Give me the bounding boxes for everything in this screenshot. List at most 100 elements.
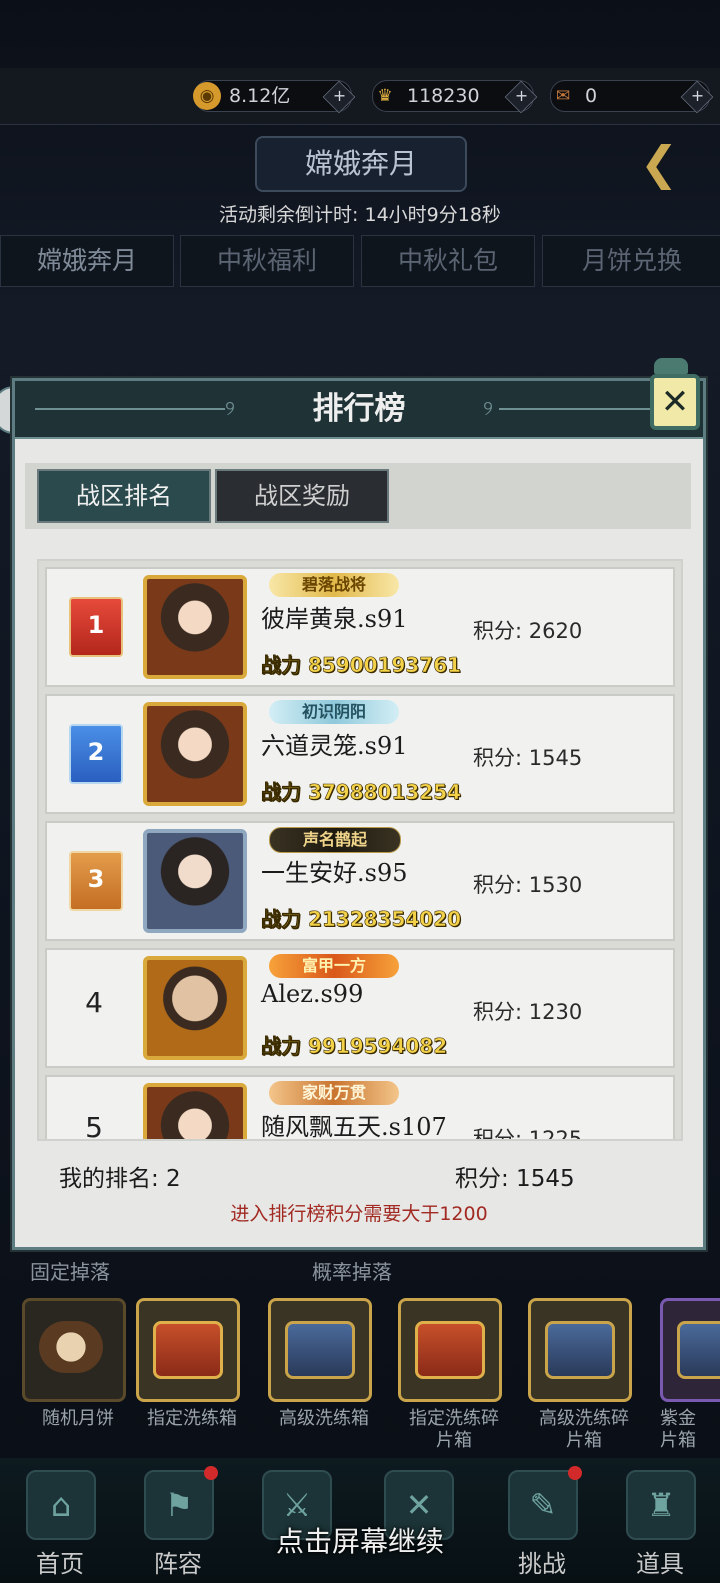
tab-zone-ranking[interactable]: 战区排名 bbox=[37, 469, 211, 523]
player-name: 一生安好.s95 bbox=[261, 859, 408, 887]
tab-mooncake-exchange[interactable]: 月饼兑换 bbox=[542, 235, 720, 287]
player-power: 战力 85900193761 bbox=[261, 653, 462, 678]
player-power: 战力 21328354020 bbox=[261, 907, 462, 932]
add-coin-button[interactable]: + bbox=[322, 80, 356, 114]
coin-resource: ◉ 8.12亿 + bbox=[193, 80, 356, 114]
player-score: 积分: 1230 bbox=[473, 1000, 583, 1024]
player-power: 战力 9919594082 bbox=[261, 1034, 448, 1059]
chance-drop-label: 概率掉落 bbox=[312, 1260, 392, 1284]
back-button[interactable]: ❮ bbox=[622, 128, 696, 198]
tab-change-e-ben-yue[interactable]: 嫦娥奔月 bbox=[0, 235, 174, 287]
mooncake-icon bbox=[39, 1321, 103, 1373]
scroll-icon: ✉ bbox=[555, 86, 571, 106]
player-power: 战力 37988013254 bbox=[261, 780, 462, 805]
scroll-resource: ✉ 0 + bbox=[550, 80, 714, 114]
event-countdown: 活动剩余倒计时: 14小时9分18秒 bbox=[219, 204, 501, 226]
coin-icon: ◉ bbox=[193, 82, 221, 110]
title-badge: 碧落战将 bbox=[269, 573, 399, 597]
player-score: 积分: 1545 bbox=[473, 746, 583, 770]
player-avatar bbox=[143, 1083, 247, 1139]
player-score: 积分: 1530 bbox=[473, 873, 583, 897]
ranking-row[interactable]: 4 富甲一方 Alez.s99 战力 9919594082 积分: 1230 bbox=[45, 948, 675, 1068]
chest-icon bbox=[545, 1321, 615, 1379]
title-badge: 初识阴阳 bbox=[269, 700, 399, 724]
item-name: 指定洗练碎 片箱 bbox=[409, 1408, 499, 1451]
ranking-row[interactable]: 5 家财万贯 随风飘五天.s107 积分: 1225 bbox=[45, 1075, 675, 1141]
ranking-row[interactable]: 2 初识阴阳 六道灵笼.s91 战力 37988013254 积分: 1545 bbox=[45, 694, 675, 814]
plus-icon: + bbox=[690, 87, 705, 106]
tab-mid-autumn-gift[interactable]: 中秋礼包 bbox=[361, 235, 535, 287]
lantern-cap bbox=[654, 358, 688, 374]
tab-mid-autumn-welfare[interactable]: 中秋福利 bbox=[180, 235, 354, 287]
player-name: Alez.s99 bbox=[261, 980, 364, 1008]
player-name: 彼岸黄泉.s91 bbox=[261, 605, 408, 633]
item-slot bbox=[660, 1298, 720, 1402]
entry-requirement-note: 进入排行榜积分需要大于1200 bbox=[230, 1203, 488, 1225]
drop-item[interactable]: 随机月饼 bbox=[22, 1298, 134, 1430]
scroll-value: 0 bbox=[585, 85, 598, 107]
leaderboard-panel: ୨ 排行榜 ୨ 战区排名 战区奖励 1 碧落战将 彼岸黄泉.s91 战力 859… bbox=[12, 378, 706, 1250]
item-name: 指定洗练箱 bbox=[147, 1408, 237, 1429]
notification-dot bbox=[568, 1466, 582, 1480]
item-name: 紫金 片箱 bbox=[660, 1408, 696, 1451]
ingot-icon: ♛ bbox=[377, 86, 393, 106]
ingot-value: 118230 bbox=[407, 85, 480, 107]
my-rank: 我的排名: 2 bbox=[59, 1166, 181, 1192]
ranking-row[interactable]: 3 声名鹊起 一生安好.s95 战力 21328354020 积分: 1530 bbox=[45, 821, 675, 941]
item-name: 高级洗练碎 片箱 bbox=[539, 1408, 629, 1451]
back-arrow-icon: ❮ bbox=[639, 136, 679, 190]
add-ingot-button[interactable]: + bbox=[504, 80, 538, 114]
player-score: 积分: 2620 bbox=[473, 619, 583, 643]
panel-header: ୨ 排行榜 ୨ bbox=[15, 381, 703, 439]
rank-number: 5 bbox=[85, 1111, 103, 1141]
chest-icon bbox=[677, 1321, 720, 1379]
event-tabs: 嫦娥奔月 中秋福利 中秋礼包 月饼兑换 bbox=[0, 235, 720, 287]
player-name: 随风飘五天.s107 bbox=[261, 1113, 447, 1141]
ranking-list[interactable]: 1 碧落战将 彼岸黄泉.s91 战力 85900193761 积分: 2620 … bbox=[37, 559, 683, 1141]
ingot-resource: ♛ 118230 + bbox=[372, 80, 538, 114]
title-badge: 声名鹊起 bbox=[269, 827, 401, 853]
resource-bar: ◉ 8.12亿 + ♛ 118230 + ✉ 0 + bbox=[0, 68, 720, 125]
chest-icon bbox=[153, 1321, 223, 1379]
drop-item[interactable]: 高级洗练碎 片箱 bbox=[528, 1298, 640, 1452]
close-icon: ✕ bbox=[650, 374, 700, 430]
item-slot bbox=[22, 1298, 126, 1402]
close-button[interactable]: ✕ bbox=[642, 352, 702, 442]
chest-icon bbox=[285, 1321, 355, 1379]
fixed-drop-label: 固定掉落 bbox=[30, 1260, 110, 1284]
tab-zone-rewards[interactable]: 战区奖励 bbox=[215, 469, 389, 523]
player-name: 六道灵笼.s91 bbox=[261, 732, 408, 760]
item-slot bbox=[528, 1298, 632, 1402]
notification-dot bbox=[204, 1466, 218, 1480]
drop-item[interactable]: 指定洗练碎 片箱 bbox=[398, 1298, 510, 1452]
player-score: 积分: 1225 bbox=[473, 1127, 583, 1141]
rank-number: 4 bbox=[85, 986, 103, 1019]
drop-item[interactable]: 紫金 片箱 bbox=[660, 1298, 720, 1452]
tap-to-continue-hint[interactable]: 点击屏幕继续 bbox=[0, 1520, 720, 1560]
item-slot bbox=[136, 1298, 240, 1402]
header-divider-right bbox=[499, 408, 659, 410]
player-avatar bbox=[143, 702, 247, 806]
item-slot bbox=[268, 1298, 372, 1402]
rank-banner-silver: 2 bbox=[69, 724, 123, 784]
title-badge: 家财万贯 bbox=[269, 1081, 399, 1105]
swirl-icon: ୨ bbox=[483, 396, 493, 420]
plus-icon: + bbox=[332, 87, 347, 106]
event-title: 嫦娥奔月 bbox=[255, 136, 467, 192]
rank-banner-bronze: 3 bbox=[69, 851, 123, 911]
plus-icon: + bbox=[514, 87, 529, 106]
player-avatar bbox=[143, 829, 247, 933]
chest-icon bbox=[415, 1321, 485, 1379]
drops-header: 固定掉落 概率掉落 bbox=[0, 1256, 720, 1286]
add-scroll-button[interactable]: + bbox=[680, 80, 714, 114]
coin-value: 8.12亿 bbox=[229, 85, 291, 107]
ranking-row[interactable]: 1 碧落战将 彼岸黄泉.s91 战力 85900193761 积分: 2620 bbox=[45, 567, 675, 687]
drop-item[interactable]: 高级洗练箱 bbox=[268, 1298, 380, 1430]
drop-item[interactable]: 指定洗练箱 bbox=[136, 1298, 248, 1430]
title-badge: 富甲一方 bbox=[269, 954, 399, 978]
player-avatar bbox=[143, 956, 247, 1060]
rank-banner-gold: 1 bbox=[69, 597, 123, 657]
player-avatar bbox=[143, 575, 247, 679]
my-score: 积分: 1545 bbox=[455, 1166, 575, 1192]
item-name: 高级洗练箱 bbox=[279, 1408, 369, 1429]
